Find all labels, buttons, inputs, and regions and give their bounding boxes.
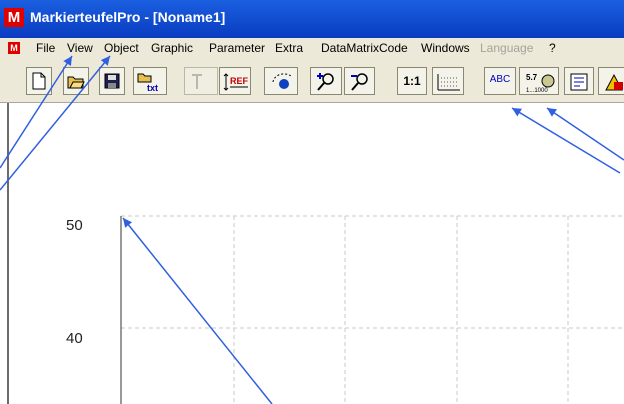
rotate-object-icon bbox=[272, 73, 292, 89]
menu-bar: M File View Object Graphic Parameter Ext… bbox=[0, 38, 624, 58]
import-text-button[interactable]: txt bbox=[133, 67, 167, 95]
reference-point-label: REF bbox=[230, 76, 249, 86]
menu-view[interactable]: View bbox=[67, 41, 93, 55]
insert-text-button[interactable]: ABC bbox=[484, 67, 516, 95]
menu-help[interactable]: ? bbox=[549, 41, 556, 55]
import-text-icon: txt bbox=[137, 73, 158, 92]
form-field-icon bbox=[570, 73, 588, 91]
document-menu-icon[interactable]: M bbox=[8, 42, 20, 54]
text-object-icon bbox=[192, 74, 202, 89]
text-object-button bbox=[184, 67, 218, 95]
new-document-icon bbox=[32, 72, 46, 90]
color-shapes-button[interactable] bbox=[598, 67, 624, 95]
menu-object[interactable]: Object bbox=[104, 41, 139, 55]
save-icon bbox=[104, 73, 120, 89]
menu-datamatrixcode[interactable]: DataMatrixCode bbox=[321, 41, 408, 55]
serial-number-icon: 5.7 1...1000 bbox=[526, 73, 555, 94]
zoom-actual-size-label: 1:1 bbox=[403, 74, 421, 88]
y-axis-label-40: 40 bbox=[66, 330, 83, 347]
ruler-grid-icon bbox=[437, 74, 460, 91]
menu-language: Language bbox=[480, 41, 534, 55]
zoom-actual-size-button[interactable]: 1:1 bbox=[397, 67, 427, 95]
open-file-button[interactable] bbox=[63, 67, 89, 95]
app-logo-icon: M bbox=[4, 8, 24, 27]
title-bar: M MarkierteufelPro - [Noname1] bbox=[0, 0, 624, 38]
reference-point-button[interactable]: REF bbox=[219, 67, 251, 95]
zoom-out-icon bbox=[351, 73, 368, 91]
window-title: MarkierteufelPro - [Noname1] bbox=[30, 9, 226, 25]
open-folder-icon bbox=[67, 76, 85, 89]
y-axis-label-50: 50 bbox=[66, 217, 83, 234]
rotate-object-button[interactable] bbox=[264, 67, 298, 95]
canvas-grid bbox=[120, 215, 624, 404]
serial-number-top-label: 5.7 bbox=[526, 73, 538, 82]
save-button[interactable] bbox=[99, 67, 125, 95]
menu-graphic[interactable]: Graphic bbox=[151, 41, 193, 55]
menu-extra[interactable]: Extra bbox=[275, 41, 303, 55]
reference-point-icon: REF bbox=[223, 73, 249, 91]
form-field-button[interactable] bbox=[564, 67, 594, 95]
zoom-in-button[interactable] bbox=[310, 67, 342, 95]
menu-file[interactable]: File bbox=[36, 41, 55, 55]
color-shapes-icon bbox=[605, 73, 623, 91]
menu-parameter[interactable]: Parameter bbox=[209, 41, 265, 55]
menu-windows[interactable]: Windows bbox=[421, 41, 470, 55]
serial-number-button[interactable]: 5.7 1...1000 bbox=[519, 67, 559, 95]
ruler-grid-button[interactable] bbox=[432, 67, 464, 95]
insert-text-label: ABC bbox=[489, 74, 511, 85]
zoom-in-icon bbox=[317, 73, 334, 91]
serial-number-range-label: 1...1000 bbox=[526, 88, 548, 94]
toolbar: txt REF 1:1 ABC 5.7 1...1000 bbox=[0, 58, 624, 103]
zoom-out-button[interactable] bbox=[344, 67, 375, 95]
import-text-label: txt bbox=[147, 83, 158, 92]
new-document-button[interactable] bbox=[26, 67, 52, 95]
